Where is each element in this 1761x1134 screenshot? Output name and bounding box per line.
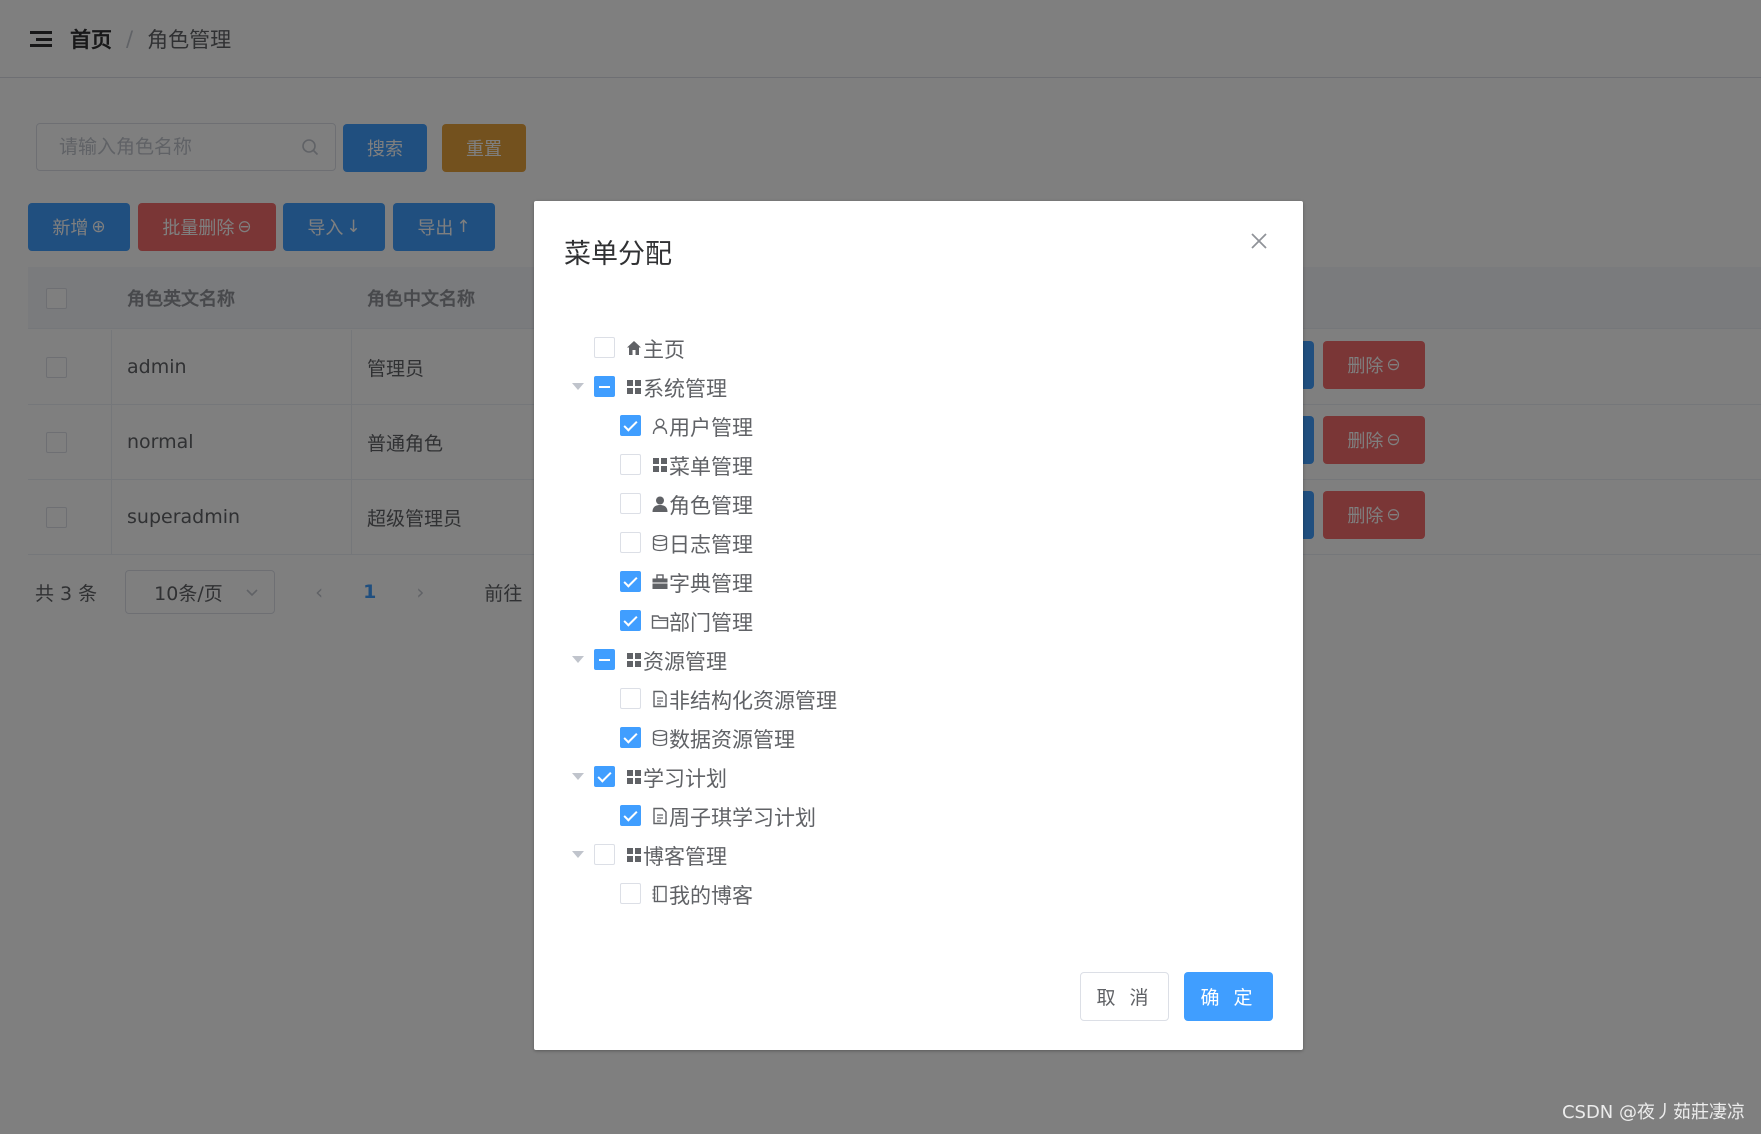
tree-node-label: 日志管理 — [669, 533, 753, 557]
tree-node-label: 字典管理 — [669, 572, 753, 596]
tree-node[interactable]: 系统管理 — [534, 367, 1303, 406]
tree-node[interactable]: 我的博客 — [534, 874, 1303, 913]
notebook-icon — [651, 884, 669, 903]
tree-node-checkbox[interactable] — [620, 493, 641, 514]
tree-node-checkbox[interactable] — [594, 337, 615, 358]
folder-icon — [651, 611, 669, 629]
tree-node-label: 周子琪学习计划 — [669, 806, 816, 830]
tree-node-checkbox[interactable] — [620, 610, 641, 631]
tree-node-label: 数据资源管理 — [669, 728, 795, 752]
tree-node-label: 学习计划 — [643, 767, 727, 791]
tree-node-label: 非结构化资源管理 — [669, 689, 837, 713]
grid-icon — [625, 845, 643, 863]
tree-node-checkbox[interactable] — [594, 649, 615, 670]
tree-node[interactable]: 字典管理 — [534, 562, 1303, 601]
tree-node-checkbox[interactable] — [620, 883, 641, 904]
menu-assign-dialog: 菜单分配 主页系统管理用户管理菜单管理角色管理日志管理字典管理部门管理资源管理非… — [534, 201, 1303, 1050]
watermark: CSDN @夜丿茹莊凄凉 — [1561, 1102, 1745, 1123]
tree-node-checkbox[interactable] — [620, 454, 641, 475]
tree-node[interactable]: 菜单管理 — [534, 445, 1303, 484]
cancel-button[interactable]: 取 消 — [1080, 972, 1169, 1021]
tree-node[interactable]: 非结构化资源管理 — [534, 679, 1303, 718]
confirm-button[interactable]: 确 定 — [1184, 972, 1273, 1021]
tree-node-checkbox[interactable] — [620, 727, 641, 748]
tree-node-label: 博客管理 — [643, 845, 727, 869]
tree-node-checkbox[interactable] — [594, 376, 615, 397]
grid-icon — [625, 650, 643, 668]
tree-node[interactable]: 日志管理 — [534, 523, 1303, 562]
tree-node-label: 主页 — [643, 338, 685, 362]
tree-node-checkbox[interactable] — [594, 844, 615, 865]
grid-icon — [625, 377, 643, 395]
tree-node-checkbox[interactable] — [620, 571, 641, 592]
tree-node[interactable]: 用户管理 — [534, 406, 1303, 445]
tree-node-label: 资源管理 — [643, 650, 727, 674]
tree-node-label: 部门管理 — [669, 611, 753, 635]
tree-node-checkbox[interactable] — [620, 805, 641, 826]
close-icon[interactable] — [1249, 231, 1269, 251]
tree-node-label: 菜单管理 — [669, 455, 753, 479]
tree-node[interactable]: 角色管理 — [534, 484, 1303, 523]
grid-icon — [651, 455, 669, 473]
tree-node-checkbox[interactable] — [620, 415, 641, 436]
tree-node[interactable]: 博客管理 — [534, 835, 1303, 874]
tree-node-label: 用户管理 — [669, 416, 753, 440]
tree-node[interactable]: 部门管理 — [534, 601, 1303, 640]
tree-node-checkbox[interactable] — [594, 766, 615, 787]
caret-down-icon[interactable] — [572, 773, 584, 780]
tree-node-checkbox[interactable] — [620, 688, 641, 709]
caret-down-icon[interactable] — [572, 383, 584, 390]
tree-node[interactable]: 数据资源管理 — [534, 718, 1303, 757]
tree-node[interactable]: 主页 — [534, 328, 1303, 367]
tree-node-checkbox[interactable] — [620, 532, 641, 553]
tree-node-label: 角色管理 — [669, 494, 753, 518]
database-icon — [651, 728, 669, 747]
tree-node[interactable]: 周子琪学习计划 — [534, 796, 1303, 835]
briefcase-icon — [651, 572, 669, 590]
tree-node[interactable]: 学习计划 — [534, 757, 1303, 796]
tree-node-label: 我的博客 — [669, 884, 753, 908]
tree-node[interactable]: 资源管理 — [534, 640, 1303, 679]
tree-node-label: 系统管理 — [643, 377, 727, 401]
home-icon — [625, 338, 643, 356]
caret-down-icon[interactable] — [572, 851, 584, 858]
user-solid-icon — [651, 494, 669, 512]
caret-down-icon[interactable] — [572, 656, 584, 663]
document-icon — [651, 689, 669, 708]
dialog-title: 菜单分配 — [564, 239, 672, 270]
document-icon — [651, 806, 669, 825]
user-outline-icon — [651, 416, 669, 435]
grid-icon — [625, 767, 643, 785]
database-icon — [651, 533, 669, 552]
